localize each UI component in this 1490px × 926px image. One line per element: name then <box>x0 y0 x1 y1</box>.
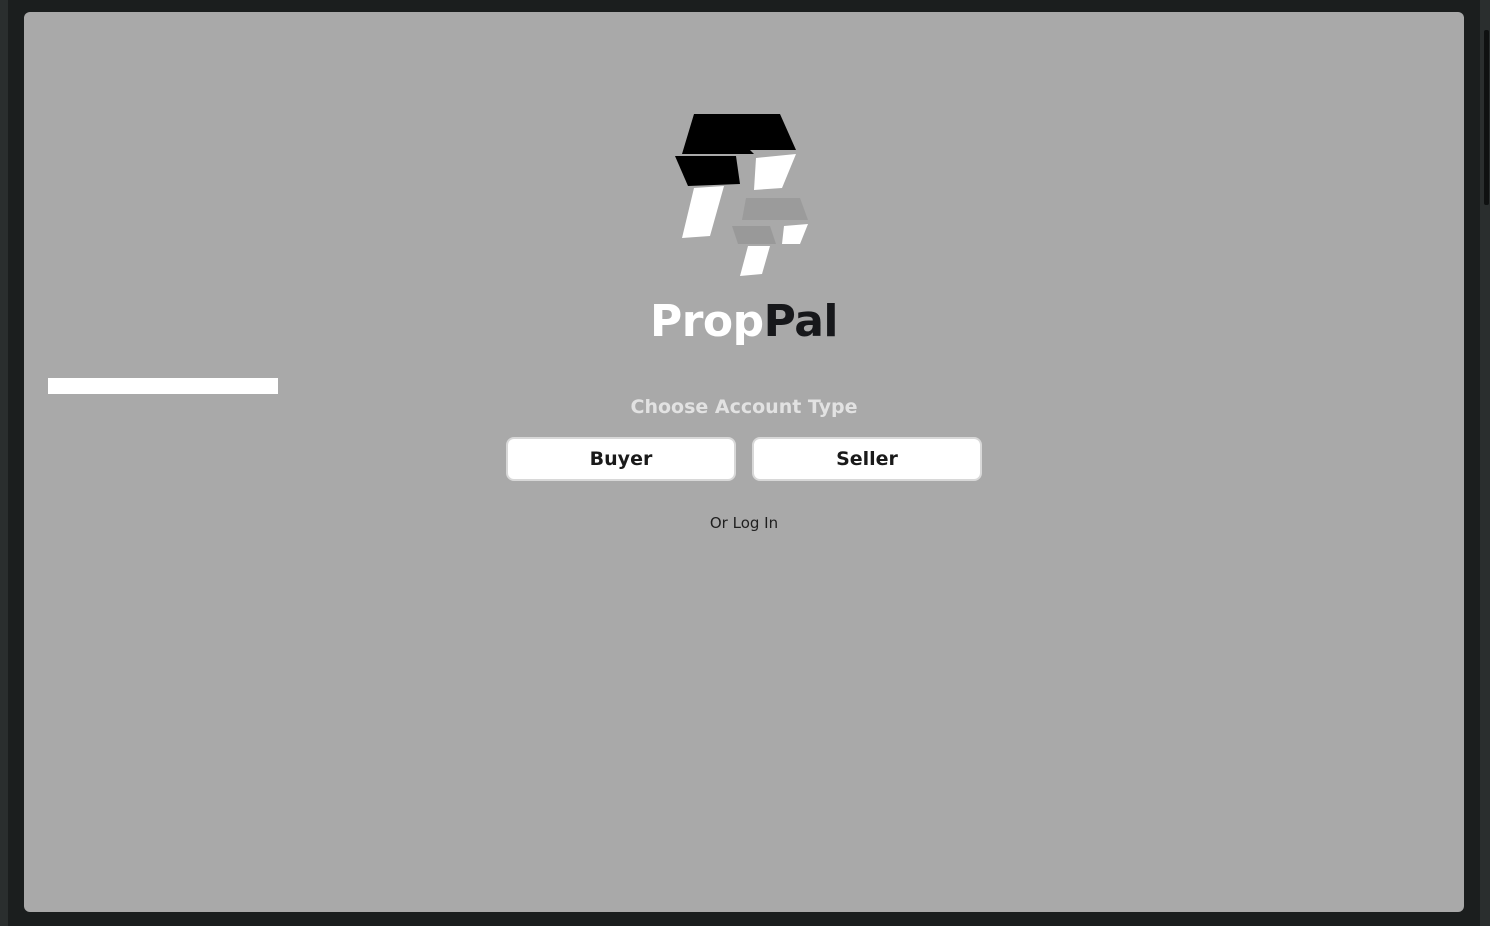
brand-name-part-2: Pal <box>763 296 839 347</box>
logo-small-left <box>732 226 776 244</box>
app-window: PropPal Choose Account Type Buyer Seller… <box>24 12 1464 912</box>
account-type-options: Buyer Seller <box>506 437 982 481</box>
seller-button[interactable]: Seller <box>752 437 982 481</box>
proppal-logo-icon <box>675 114 808 276</box>
logo-left-leg <box>682 186 724 238</box>
brand-name: PropPal <box>24 294 1464 350</box>
window-scrollbar[interactable] <box>1480 0 1490 926</box>
login-link[interactable]: Or Log In <box>24 513 1464 533</box>
logo-left-block <box>675 156 740 186</box>
buyer-button[interactable]: Buyer <box>506 437 736 481</box>
logo-right-leg <box>754 154 796 190</box>
loading-bar <box>48 378 278 394</box>
logo-small-right <box>782 224 808 244</box>
logo-small-leg <box>740 246 770 276</box>
window-frame-left <box>0 0 8 926</box>
logo-small-top <box>742 198 808 220</box>
account-type-heading: Choose Account Type <box>630 396 858 418</box>
logo-top-bar <box>682 114 796 154</box>
brand-name-part-1: Prop <box>649 296 764 347</box>
scrollbar-thumb[interactable] <box>1484 30 1489 205</box>
